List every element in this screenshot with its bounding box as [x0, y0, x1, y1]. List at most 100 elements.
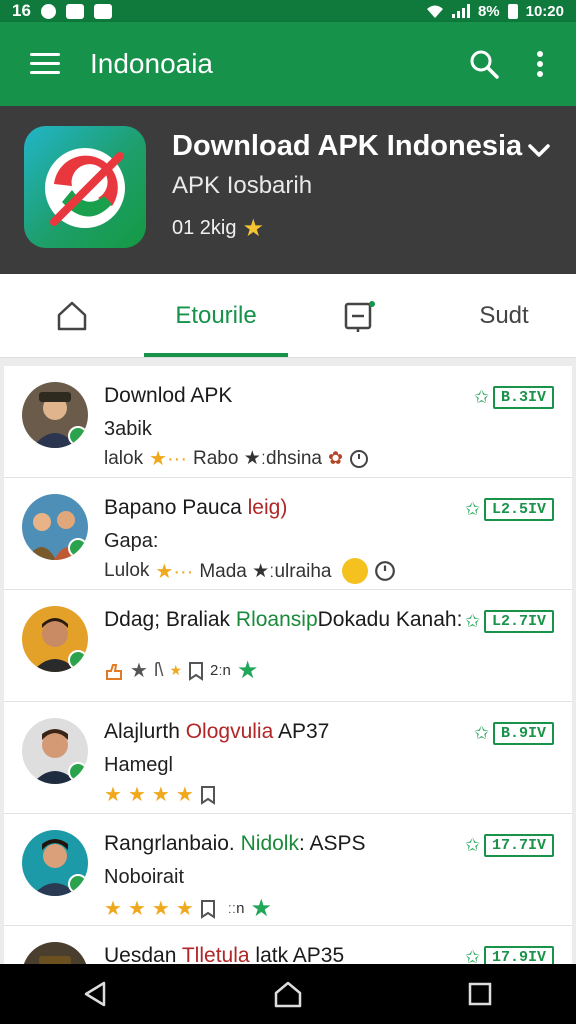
title-main: Uesdan: [104, 944, 177, 964]
tab-sudt-label: Sudt: [479, 301, 529, 329]
title-separator: :: [298, 832, 305, 855]
meta-text: lalok: [104, 447, 144, 469]
badge-label: L2.5IV: [483, 498, 554, 521]
list-item-meta: lalok ★··· Rabo ★ːdhsina ✿: [104, 446, 369, 471]
status-time: 10:20: [525, 2, 564, 20]
list-item-title: Rangrlanbaio. Nidolk: ASPS: [104, 832, 366, 856]
app-meta-text: 01 2kig: [172, 217, 237, 239]
list-item[interactable]: Alajlurth Ologvulia AP37 Hamegl ★ ★ ★ ★ …: [4, 702, 572, 814]
title-main: Alajlurth: [104, 720, 180, 743]
battery-percent: 8%: [477, 2, 500, 20]
list-item[interactable]: Rangrlanbaio. Nidolk: ASPS Noboirait ★ ★…: [4, 814, 572, 926]
title-highlight: Ologvulia: [185, 720, 274, 743]
app-meta: 01 2kig ★: [172, 214, 264, 243]
title-highlight: leig): [247, 496, 288, 519]
app-list: Downlod APK 3abik lalok ★··· Rabo ★ːdhsi…: [4, 366, 572, 964]
avatar: [22, 718, 88, 784]
sticker-icon: ✿: [328, 448, 344, 468]
list-item-title: Uesdan Tlletula latk AP35: [104, 944, 344, 964]
star-outline-icon: ✩: [464, 835, 480, 855]
recents-icon: [468, 982, 492, 1006]
home-button[interactable]: [258, 964, 318, 1024]
star-icon: ★: [242, 215, 265, 242]
star-icon: ★: [130, 660, 148, 682]
expand-button[interactable]: [524, 136, 554, 166]
tab-etourile[interactable]: Etourile: [144, 274, 288, 357]
clock-icon: [374, 561, 395, 581]
title-tail: latk AP35: [255, 944, 345, 964]
more-vert-icon: [537, 51, 543, 77]
app-header-card: Download APK Indonesia APK Iosbarih 01 2…: [0, 106, 576, 274]
home-icon: [57, 301, 87, 330]
star-icon: ★: [104, 898, 122, 920]
tab-home[interactable]: [0, 274, 144, 357]
bookmark-icon: [200, 899, 215, 919]
badge-label: L2.7IV: [483, 610, 554, 633]
menu-button[interactable]: [0, 22, 90, 106]
avatar: [22, 830, 88, 896]
title-tail: ASPS: [309, 832, 366, 855]
star-icon: ★: [151, 898, 170, 920]
recents-button[interactable]: [450, 964, 510, 1024]
badge-label: 17.7IV: [483, 834, 554, 857]
size-badge: ✩ B.9IV: [474, 722, 554, 745]
list-item-title: Ddag; Braliak RloansipDokadu Kanah:: [104, 608, 462, 632]
list-item-title: Downlod APK: [104, 384, 233, 407]
notification-icon: [40, 3, 56, 19]
star-outline-icon: ✩: [464, 499, 480, 519]
star-outline-icon: ✩: [473, 723, 489, 743]
title-main: Bapano Pauca: [104, 496, 242, 519]
list-item-rating: ★ ★ ★ ★ ːːn ★: [104, 894, 272, 923]
list-item[interactable]: Ddag; Braliak RloansipDokadu Kanah: ★ ſ\…: [4, 590, 572, 702]
person-icon: ſ\: [153, 659, 164, 681]
checkbox-notification-icon: [65, 3, 84, 19]
list-item[interactable]: Uesdan Tlletula latk AP35 ✩ 17.9IV: [4, 926, 572, 964]
title-highlight: Tlletula: [181, 944, 250, 964]
meta-text: Lulok: [104, 560, 150, 581]
title-tail: AP37: [277, 720, 330, 743]
list-item-rating: ★ ★ ★ ★: [104, 782, 216, 807]
meta-tags: Rabo ★ːdhsina: [193, 448, 323, 469]
list-item-subtitle: Hamegl: [104, 754, 173, 776]
star-outline-icon: ✩: [473, 387, 489, 407]
system-nav-bar: [0, 964, 576, 1024]
more-options-button[interactable]: [512, 22, 568, 106]
star-icon: ★: [175, 784, 194, 806]
back-button[interactable]: [66, 964, 126, 1024]
status-left-text: 16: [12, 1, 31, 20]
star-icon: ★: [127, 898, 146, 920]
star-icon: ★: [175, 898, 194, 920]
meta-tags: Mada ★ːulraiha: [199, 560, 332, 582]
size-badge: ✩ 17.7IV: [465, 834, 554, 857]
battery-icon: [507, 3, 518, 19]
tab-tags[interactable]: [288, 274, 432, 357]
list-item[interactable]: Downlod APK 3abik lalok ★··· Rabo ★ːdhsi…: [4, 366, 572, 478]
list-item-subtitle: Gapa:: [104, 530, 159, 552]
avatar: [22, 494, 88, 560]
badge-label: B.3IV: [492, 386, 554, 409]
app-developer: APK Iosbarih: [172, 172, 313, 199]
tab-bar: Etourile Sudt: [0, 274, 576, 358]
star-icon: ★: [104, 784, 122, 806]
star-icon: ★: [127, 784, 146, 806]
size-badge: ✩ L2.5IV: [465, 498, 554, 521]
list-item-title: Bapano Pauca leig): [104, 496, 287, 520]
size-badge: ✩ B.3IV: [474, 386, 554, 409]
badge-label: 17.9IV: [483, 946, 554, 964]
tab-sudt[interactable]: Sudt: [432, 274, 576, 357]
green-star-icon: ★: [236, 657, 259, 684]
emoji-icon: [341, 558, 368, 584]
list-item-subtitle: 3abik: [104, 418, 152, 440]
meta-rating: ★···: [155, 560, 194, 583]
search-button[interactable]: [456, 22, 512, 106]
star-icon: ★: [169, 662, 182, 678]
back-icon: [84, 981, 106, 1007]
list-item-title: Alajlurth Ologvulia AP37: [104, 720, 329, 744]
green-star-icon: ★: [250, 895, 272, 922]
title-highlight: Nidolk: [240, 832, 299, 855]
size-badge: ✩ L2.7IV: [465, 610, 554, 633]
list-item[interactable]: Bapano Pauca leig) Gapa: Lulok ★··· Mada…: [4, 478, 572, 590]
bookmark-icon: [200, 785, 215, 805]
title-highlight: Rloansip: [235, 608, 318, 631]
game-notification-icon: [93, 3, 112, 19]
